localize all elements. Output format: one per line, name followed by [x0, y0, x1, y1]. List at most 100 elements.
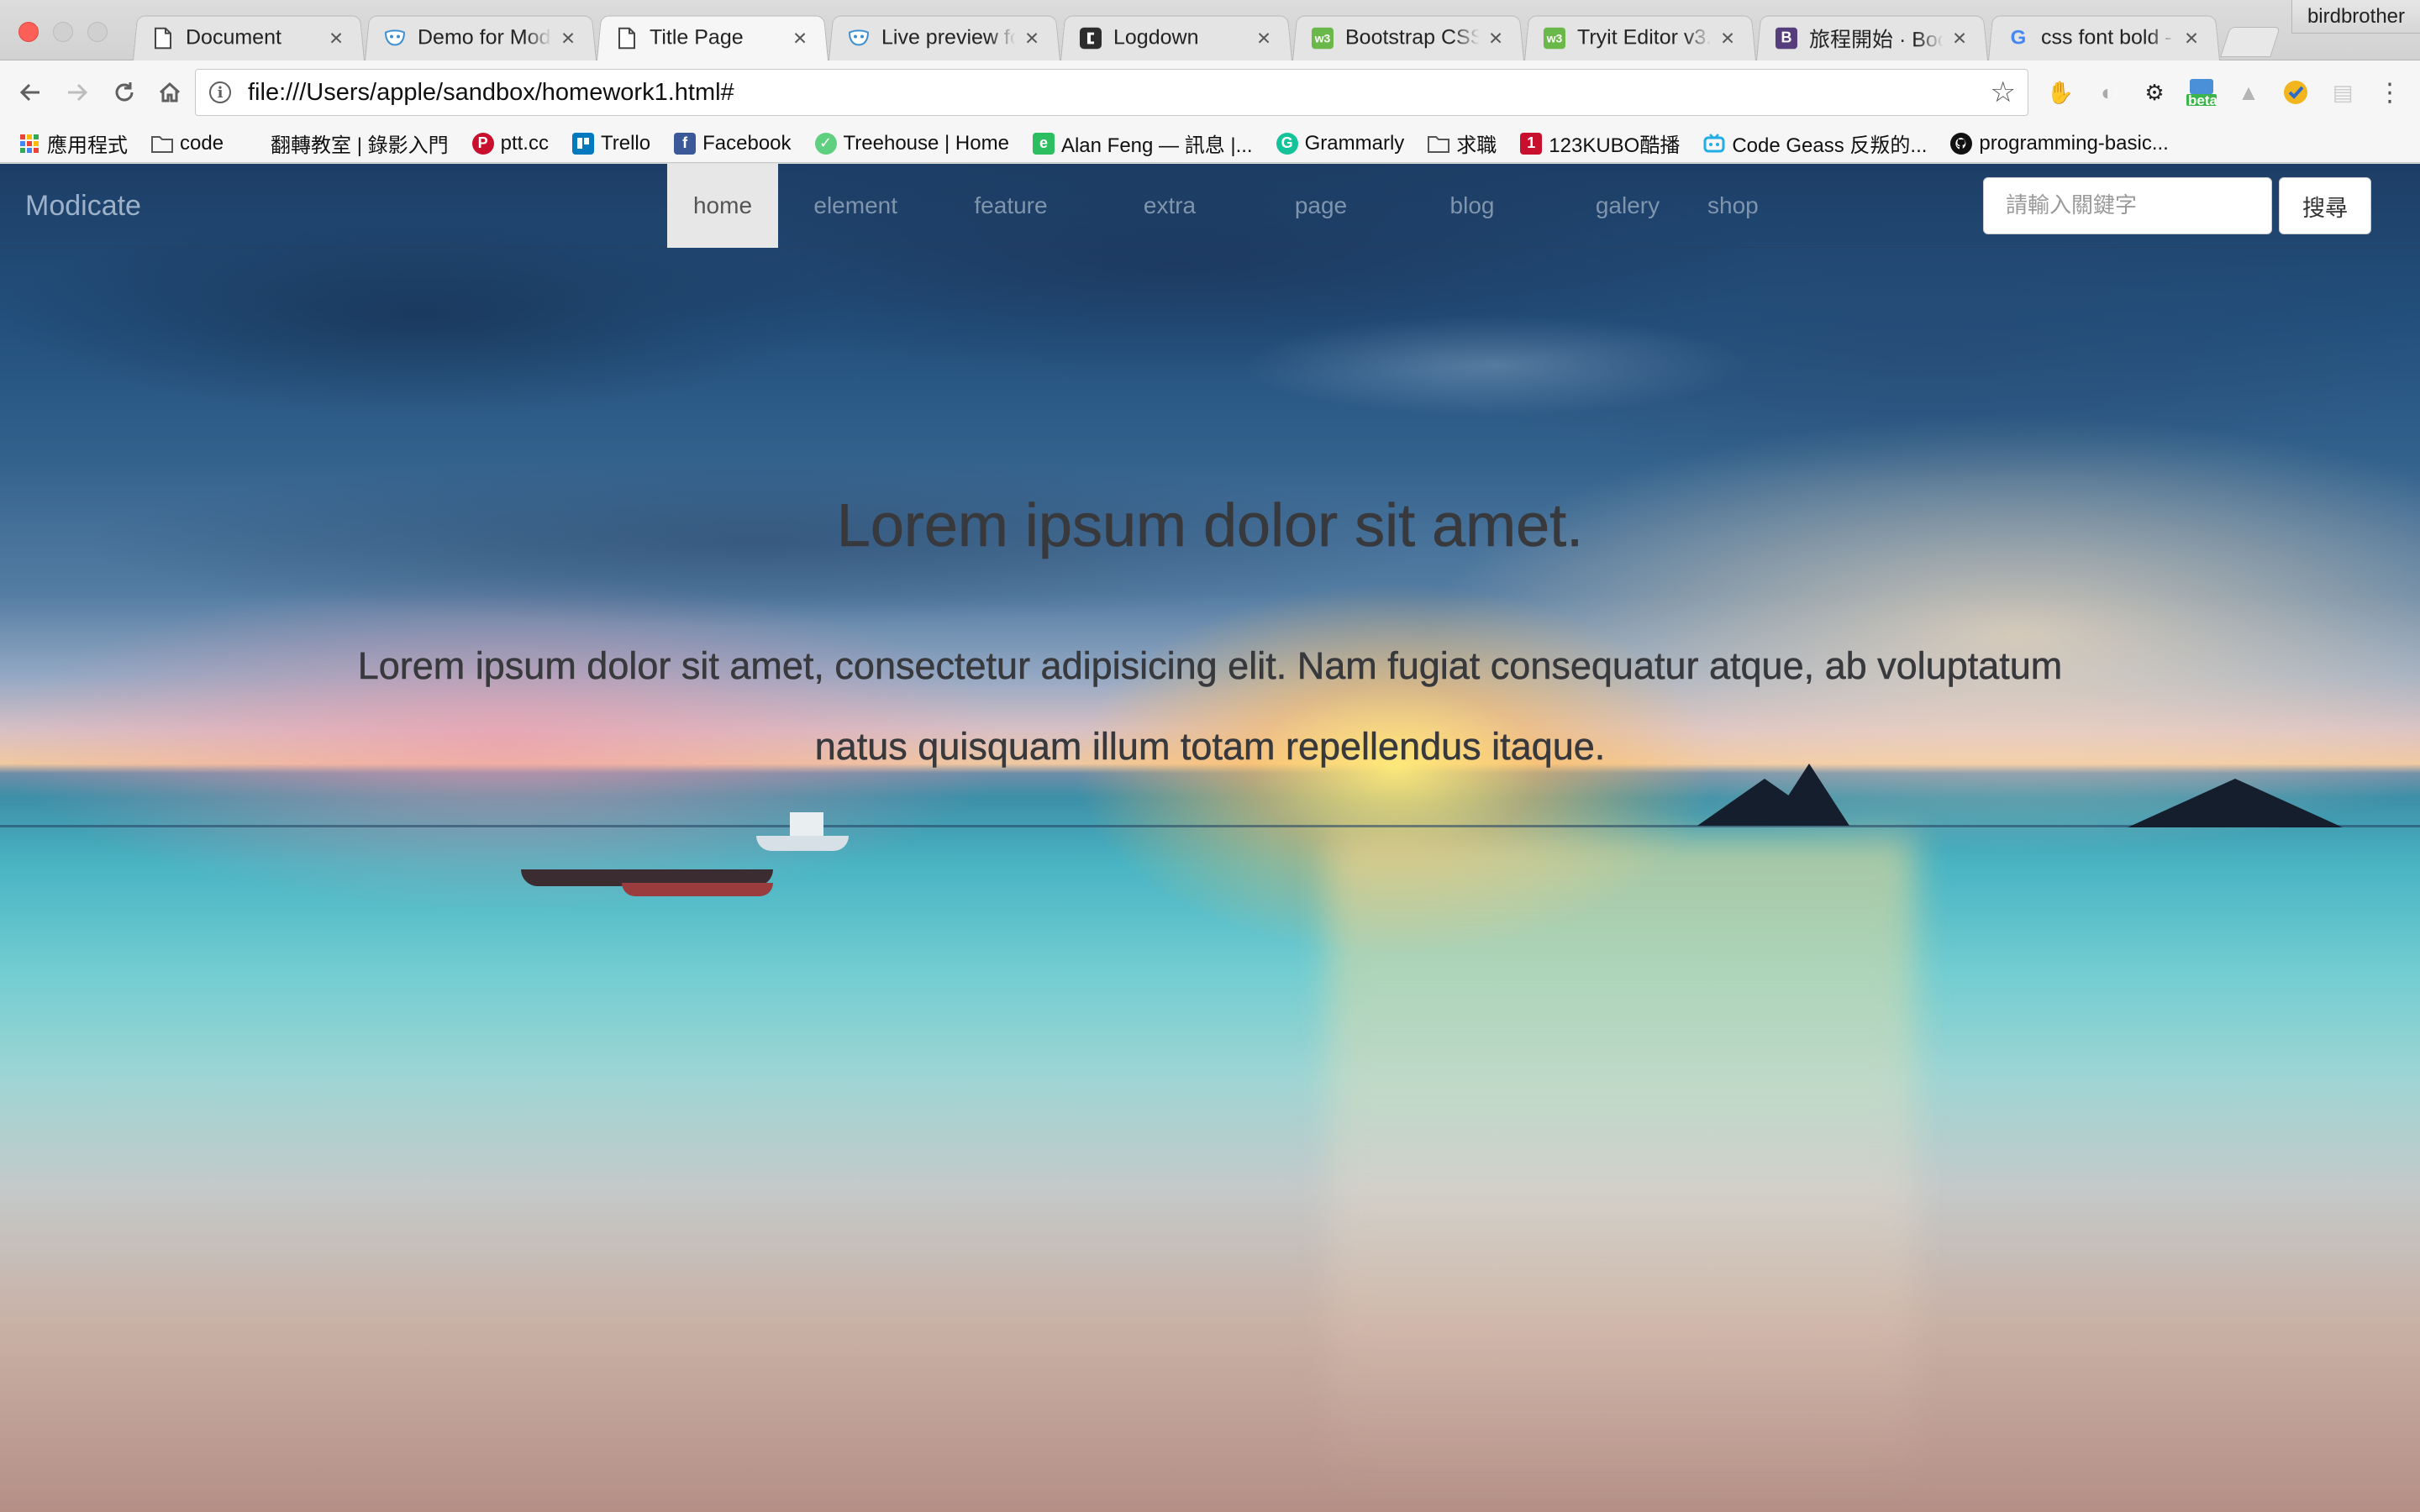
extension-hand-icon[interactable]: ✋ — [2045, 77, 2075, 108]
document-icon — [152, 27, 174, 49]
tab-close-icon[interactable]: × — [791, 24, 809, 50]
search-input[interactable] — [1983, 177, 2272, 234]
bilibili-icon — [1703, 133, 1725, 155]
tab-bootstrap-css[interactable]: w3 Bootstrap CSS × — [1292, 15, 1524, 61]
tab-css-font-bold[interactable]: G css font bold - × — [1988, 15, 2220, 61]
info-icon[interactable]: i — [209, 81, 231, 103]
bookmark-treehouse[interactable]: ✓ Treehouse | Home — [814, 132, 1009, 155]
bookmark-ptt[interactable]: P ptt.cc — [471, 132, 549, 155]
hero-horizon — [0, 825, 2420, 827]
hero-boat-motor — [756, 836, 849, 851]
nav-extra[interactable]: extra — [1094, 164, 1245, 248]
bookmark-label: Alan Feng — 訊息 |... — [1060, 134, 1253, 157]
bookmark-github[interactable]: programming-basic... — [1950, 131, 2169, 155]
folder-icon — [151, 133, 173, 155]
kubo-icon: 1 — [1520, 132, 1543, 155]
reload-button[interactable] — [108, 76, 141, 109]
mask-icon — [848, 27, 870, 49]
site-navbar: Modicate home element feature extra page… — [0, 164, 2420, 248]
document-icon — [616, 27, 638, 49]
bookmark-label: programming-basic... — [1979, 131, 2169, 155]
hero-island-right — [2128, 779, 2343, 827]
github-icon — [1950, 132, 1973, 155]
nav-home[interactable]: home — [667, 164, 778, 248]
nav-galery[interactable]: galery — [1548, 164, 1707, 248]
nav-blog[interactable]: blog — [1397, 164, 1548, 248]
tab-title: Logdown — [1113, 25, 1199, 50]
bookmark-evernote[interactable]: e Alan Feng — 訊息 |... — [1032, 129, 1253, 158]
minimize-window-button[interactable] — [53, 22, 73, 42]
extension-gear-icon[interactable]: ⚙ — [2139, 77, 2170, 108]
tab-close-icon[interactable]: × — [1718, 24, 1737, 50]
folder-icon — [1428, 133, 1450, 155]
bookmark-label: Code Geass 反叛的... — [1732, 134, 1928, 157]
bookmark-label: Trello — [600, 131, 651, 155]
w3-icon: w3 — [1311, 27, 1334, 49]
hero-text: Lorem ipsum dolor sit amet, consectetur … — [357, 644, 2063, 769]
bookmark-label: Grammarly — [1304, 131, 1405, 155]
bookmark-jobs-folder[interactable]: 求職 — [1428, 129, 1497, 158]
hero-boat-canoe-red — [622, 883, 773, 896]
bookmark-code-geass[interactable]: Code Geass 反叛的... — [1703, 129, 1927, 158]
new-tab-button[interactable] — [2220, 27, 2281, 57]
nav-page[interactable]: page — [1245, 164, 1397, 248]
extension-doc-icon[interactable]: ▤ — [2328, 77, 2358, 108]
extension-check-icon[interactable] — [2281, 77, 2311, 108]
bookmark-label: 應用程式 — [47, 134, 128, 157]
extension-drive-icon[interactable]: ▲ — [2233, 77, 2264, 108]
tab-close-icon[interactable]: × — [1486, 24, 1505, 50]
tab-close-icon[interactable]: × — [1255, 24, 1273, 50]
tab-bootstrap-start[interactable]: B 旅程開始 · Boot × — [1756, 15, 1988, 61]
close-window-button[interactable] — [18, 22, 39, 42]
tab-strip: Document × Demo for Modicate × Title Pag… — [0, 0, 2420, 61]
page-viewport: Modicate home element feature extra page… — [0, 164, 2420, 1512]
address-bar[interactable]: i file:///Users/apple/sandbox/homework1.… — [195, 69, 2028, 116]
home-button[interactable] — [153, 76, 187, 109]
forward-button[interactable] — [60, 76, 94, 109]
extension-sync-icon[interactable]: ◐ — [2092, 77, 2123, 108]
bookmark-flipped-classroom[interactable]: 翻轉教室 | 錄影入門 — [271, 129, 449, 158]
nav-shop[interactable]: shop — [1707, 164, 1759, 248]
bookmark-star-icon[interactable]: ☆ — [1991, 76, 2016, 109]
tab-demo-modicate[interactable]: Demo for Modicate × — [365, 15, 597, 61]
profile-button[interactable]: birdbrother — [2291, 0, 2420, 34]
back-button[interactable] — [13, 76, 47, 109]
bookmark-apps[interactable]: 應用程式 — [18, 129, 128, 158]
w3-icon: w3 — [1543, 27, 1565, 49]
site-brand[interactable]: Modicate — [25, 164, 141, 248]
nav-element[interactable]: element — [778, 164, 928, 248]
bookmark-code-folder[interactable]: code — [151, 132, 224, 155]
tab-close-icon[interactable]: × — [2182, 24, 2201, 50]
tab-title: Demo for Modicate — [417, 25, 553, 50]
bookmark-kubo[interactable]: 1 123KUBO酷播 — [1520, 129, 1680, 158]
extension-beta-badge: beta — [2188, 92, 2217, 108]
tab-close-icon[interactable]: × — [1950, 24, 1969, 50]
back-arrow-icon — [19, 83, 39, 102]
tab-close-icon[interactable]: × — [559, 24, 577, 50]
bookmark-label: 求職 — [1456, 134, 1497, 157]
hero-sun-reflection — [1328, 836, 1916, 1508]
tab-close-icon[interactable]: × — [327, 24, 345, 50]
ptt-icon: P — [471, 132, 494, 155]
bootstrap-icon: B — [1775, 27, 1797, 49]
zoom-window-button[interactable] — [87, 22, 108, 42]
search-button[interactable]: 搜尋 — [2279, 177, 2371, 234]
browser-menu-icon[interactable]: ⋮ — [2375, 77, 2405, 108]
tab-tryit-editor[interactable]: w3 Tryit Editor v3. × — [1524, 15, 1756, 61]
tab-close-icon[interactable]: × — [1023, 24, 1041, 50]
bookmark-facebook[interactable]: f Facebook — [674, 132, 792, 155]
site-menu: home element feature extra page blog gal… — [667, 164, 1759, 248]
bookmark-trello[interactable]: Trello — [571, 131, 651, 155]
bookmark-grammarly[interactable]: G Grammarly — [1276, 131, 1405, 155]
evernote-icon: e — [1032, 132, 1055, 155]
bookmarks-bar: 應用程式 code 翻轉教室 | 錄影入門 P ptt.cc Trello f … — [0, 124, 2420, 163]
tab-logdown[interactable]: Logdown × — [1060, 15, 1292, 61]
url-text[interactable]: file:///Users/apple/sandbox/homework1.ht… — [248, 79, 734, 107]
tab-title: Title Page — [649, 25, 744, 50]
tab-live-preview[interactable]: Live preview for × — [829, 15, 1060, 61]
tab-title-page[interactable]: Title Page × — [597, 15, 829, 61]
tab-document[interactable]: Document × — [133, 15, 365, 61]
browser-toolbar: i file:///Users/apple/sandbox/homework1.… — [0, 60, 2420, 124]
tab-title: 旅程開始 · Boot — [1808, 28, 1944, 51]
nav-feature[interactable]: feature — [928, 164, 1094, 248]
